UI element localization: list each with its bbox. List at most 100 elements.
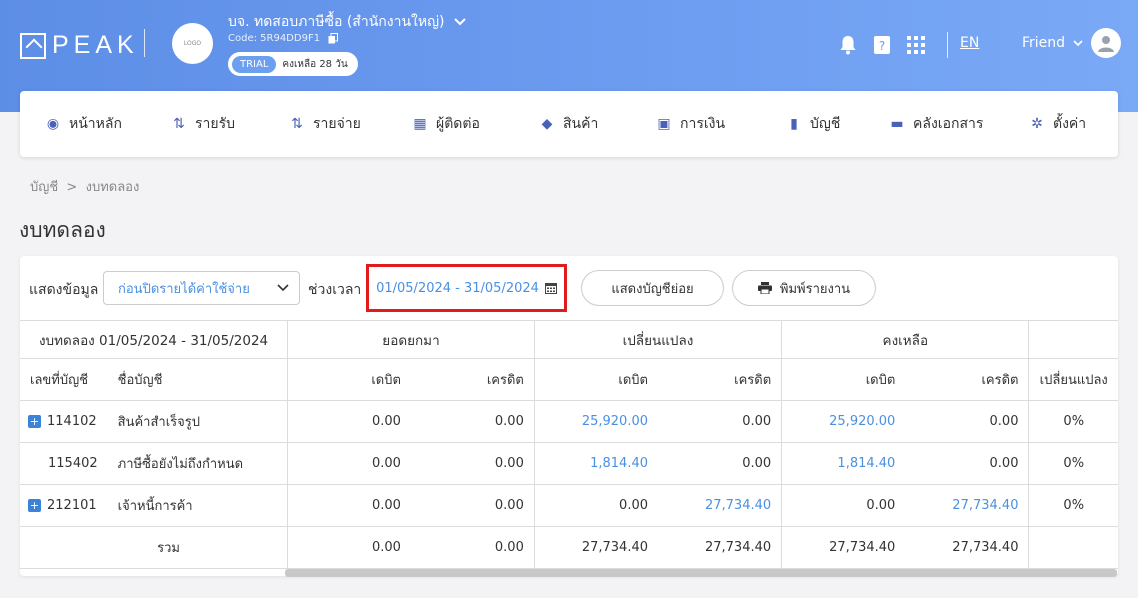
nav-item-income[interactable]: ⇅ รายรับ [170,113,235,135]
product-box-icon: ◆ [541,116,553,132]
breadcrumb-parent[interactable]: บัญชี [30,180,58,195]
change-credit-link[interactable]: 27,734.40 [658,484,783,527]
user-icon [1098,36,1115,52]
total-change-debit: 27,734.40 [533,526,658,569]
account-name: ภาษีซื้อยังไม่ถึงกำหนด [107,442,289,485]
closing-debit-link[interactable]: 1,814.40 [781,442,906,485]
nav-item-settings[interactable]: ✲ ตั้งค่า [1028,113,1086,135]
opening-credit: 0.00 [410,484,535,527]
ledger-book-icon: ▮ [790,116,798,132]
account-no-cell: +212101 [20,484,108,527]
main-nav: ◉ หน้าหลัก ⇅ รายรับ ⇅ รายจ่าย ▦ ผู้ติดต่… [20,91,1118,157]
change-debit-header: เดบิต [533,358,658,401]
table-group-header-row: งบทดลอง 01/05/2024 - 31/05/2024 ยอดยกมา … [20,320,1118,359]
closing-debit: 0.00 [781,484,906,527]
account-no: 212101 [47,498,97,513]
table-column-header-row: เลขที่บัญชี ชื่อบัญชี เดบิต เครดิต เดบิต… [20,358,1118,401]
trial-remaining: คงเหลือ 28 วัน [282,58,348,70]
closing-credit-link[interactable]: 27,734.40 [905,484,1030,527]
nav-item-label: คลังเอกสาร [913,116,984,132]
change-debit-link[interactable]: 25,920.00 [533,400,658,443]
dashboard-icon: ◉ [46,116,60,132]
total-row: รวม 0.00 0.00 27,734.40 27,734.40 27,734… [20,526,1118,569]
breadcrumb-current: งบทดลอง [85,180,140,195]
icons-divider [947,32,948,58]
nav-item-label: รายจ่าย [313,116,361,132]
nav-item-contacts[interactable]: ▦ ผู้ติดต่อ [411,113,480,135]
nav-item-expense[interactable]: ⇅ รายจ่าย [288,113,361,135]
closing-credit: 0.00 [905,400,1030,443]
horizontal-scrollbar[interactable] [285,569,1117,577]
total-closing-credit: 27,734.40 [905,526,1030,569]
page-title: งบทดลอง [19,218,106,242]
show-sub-accounts-button[interactable]: แสดงบัญชีย่อย [581,270,724,306]
date-range-input[interactable]: 01/05/2024 - 31/05/2024 [366,264,567,312]
nav-item-accounting[interactable]: ▮ บัญชี [785,113,840,135]
nav-item-documents[interactable]: ▬ คลังเอกสาร [888,113,983,135]
expand-plus-icon[interactable]: + [28,499,41,512]
print-report-label: พิมพ์รายงาน [779,281,851,297]
opening-balance-header: ยอดยกมา [287,320,535,359]
date-range-value: 01/05/2024 - 31/05/2024 [376,280,539,296]
peak-logo[interactable]: PEAK [20,31,139,60]
apps-grid-icon[interactable] [907,36,925,54]
change-pct: 0% [1028,400,1118,443]
company-avatar[interactable]: LOGO [172,23,213,64]
top-icons: ? [839,32,948,58]
total-opening-debit: 0.00 [287,526,411,569]
printer-icon [757,282,772,294]
company-avatar-text: LOGO [183,40,202,47]
closing-balance-header: คงเหลือ [781,320,1030,359]
closing-debit-link[interactable]: 25,920.00 [781,400,906,443]
account-no-header: เลขที่บัญชี [20,358,108,401]
help-icon[interactable]: ? [873,35,891,55]
gear-icon: ✲ [1031,116,1043,132]
account-name-header: ชื่อบัญชี [107,358,289,401]
chevron-down-icon [454,18,467,26]
company-code-row: Code: 5R94DD9F1 [228,33,339,44]
svg-text:?: ? [879,39,885,53]
opening-debit: 0.00 [287,400,411,443]
total-pct-empty [1028,526,1118,569]
change-debit-link[interactable]: 1,814.40 [533,442,658,485]
nav-item-label: ผู้ติดต่อ [436,116,480,132]
change-pct-header: เปลี่ยนแปลง [1028,358,1118,401]
account-name: สินค้าสำเร็จรูป [107,400,289,443]
contacts-icon: ▦ [413,116,427,132]
user-name: Friend [1022,35,1066,51]
nav-item-label: สินค้า [563,116,599,132]
change-credit: 0.00 [658,442,783,485]
period-label: ช่วงเวลา [308,282,362,298]
account-no: 114102 [47,414,97,429]
expense-icon: ⇅ [291,116,303,132]
account-name: เจ้าหนี้การค้า [107,484,289,527]
table-row: 115402 ภาษีซื้อยังไม่ถึงกำหนด 0.00 0.00 … [20,442,1118,485]
total-change-credit: 27,734.40 [658,526,783,569]
report-title-header: งบทดลอง 01/05/2024 - 31/05/2024 [20,320,289,359]
expand-plus-icon[interactable]: + [28,415,41,428]
closing-credit: 0.00 [905,442,1030,485]
trial-status-pill[interactable]: TRIAL คงเหลือ 28 วัน [228,52,358,76]
user-menu[interactable]: Friend [1022,28,1122,58]
print-report-button[interactable]: พิมพ์รายงาน [732,270,876,306]
show-data-value: ก่อนปิดรายได้ค่าใช้จ่าย [118,281,250,297]
report-panel: แสดงข้อมูล ก่อนปิดรายได้ค่าใช้จ่าย ช่วงเ… [20,256,1118,576]
opening-debit: 0.00 [287,484,411,527]
empty-header [1028,320,1118,359]
breadcrumb-separator: > [66,180,78,195]
show-data-select[interactable]: ก่อนปิดรายได้ค่าใช้จ่าย [103,271,300,305]
bell-icon[interactable] [839,35,857,55]
copy-icon[interactable] [328,33,339,44]
nav-item-finance[interactable]: ▣ การเงิน [655,113,725,135]
total-label: รวม [20,526,289,569]
company-switcher[interactable]: บจ. ทดสอบภาษีซื้อ (สำนักงานใหญ่) [228,11,467,33]
income-icon: ⇅ [173,116,185,132]
nav-item-label: การเงิน [680,116,726,132]
logo-text: PEAK [52,31,139,59]
nav-item-home[interactable]: ◉ หน้าหลัก [44,113,122,135]
nav-item-label: หน้าหลัก [69,116,122,132]
closing-credit-header: เครดิต [905,358,1030,401]
table-row: +114102 สินค้าสำเร็จรูป 0.00 0.00 25,920… [20,400,1118,443]
language-switch[interactable]: EN [960,35,979,51]
nav-item-products[interactable]: ◆ สินค้า [538,113,599,135]
